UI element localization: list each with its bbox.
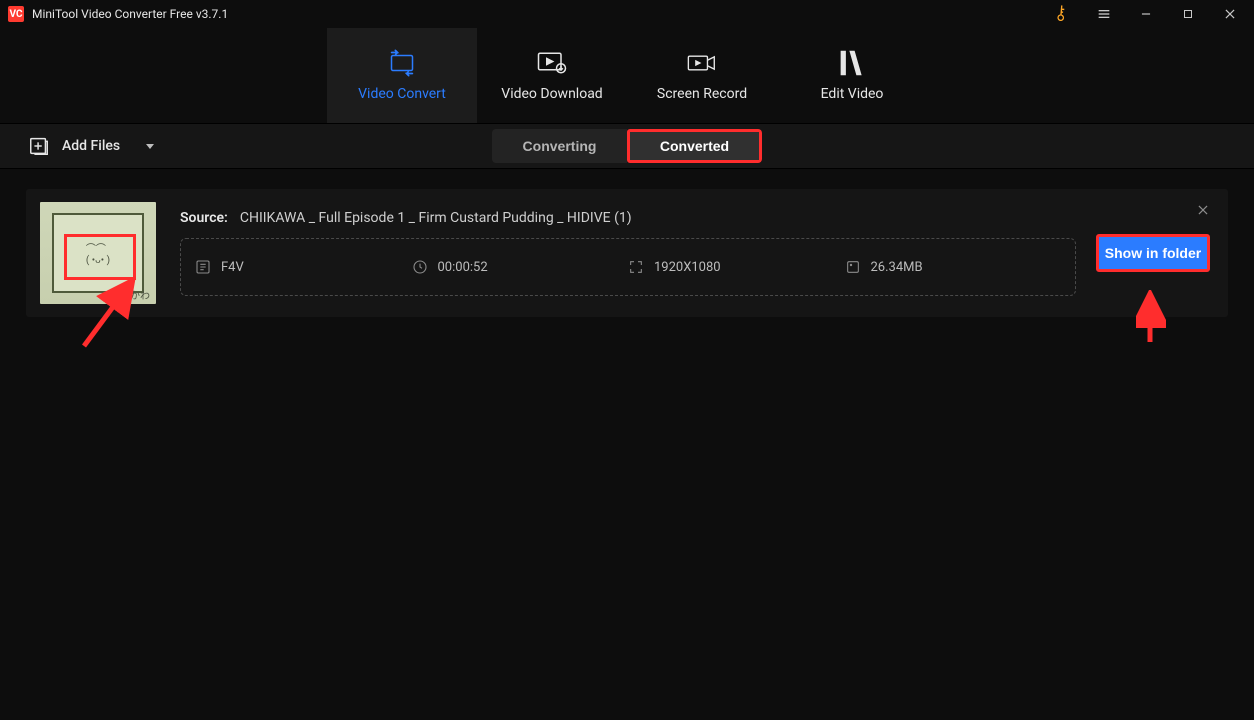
download-icon xyxy=(537,50,567,76)
window-controls xyxy=(1042,0,1250,28)
nav-video-convert[interactable]: Video Convert xyxy=(327,28,477,123)
remove-file-icon[interactable] xyxy=(1196,203,1210,217)
nav-edit-video[interactable]: Edit Video xyxy=(777,28,927,123)
meta-duration: 00:00:52 xyxy=(412,259,629,275)
close-icon[interactable] xyxy=(1210,0,1250,28)
premium-key-icon[interactable] xyxy=(1042,0,1082,28)
tab-converted[interactable]: Converted xyxy=(627,129,762,163)
titlebar: VC MiniTool Video Converter Free v3.7.1 xyxy=(0,0,1254,28)
meta-size-value: 26.34MB xyxy=(871,260,923,275)
meta-format-value: F4V xyxy=(221,260,244,275)
convert-icon xyxy=(387,50,417,76)
record-icon xyxy=(687,50,717,76)
nav-video-download[interactable]: Video Download xyxy=(477,28,627,123)
nav-label: Screen Record xyxy=(657,86,747,102)
source-label: Source: xyxy=(180,210,228,226)
meta-resolution: 1920X1080 xyxy=(628,259,845,275)
minimize-icon[interactable] xyxy=(1126,0,1166,28)
show-in-folder-button[interactable]: Show in folder xyxy=(1096,234,1210,272)
add-files-label: Add Files xyxy=(62,138,120,154)
add-files-button[interactable]: Add Files xyxy=(28,135,156,157)
file-meta: Source: CHIIKAWA _ Full Episode 1 _ Firm… xyxy=(180,189,1076,317)
converted-file-row: ⌒⌒( •ᴗ• ) ちいかわ Source: CHIIKAWA _ Full E… xyxy=(26,189,1228,317)
file-thumbnail[interactable]: ⌒⌒( •ᴗ• ) ちいかわ xyxy=(40,202,156,304)
add-files-icon xyxy=(28,135,50,157)
expand-icon xyxy=(628,259,644,275)
meta-size: 26.34MB xyxy=(845,259,1062,275)
meta-format: F4V xyxy=(195,259,412,275)
nav-screen-record[interactable]: Screen Record xyxy=(627,28,777,123)
app-title: MiniTool Video Converter Free v3.7.1 xyxy=(32,7,228,21)
secondary-toolbar: Add Files Converting Converted xyxy=(0,123,1254,169)
nav-label: Video Download xyxy=(501,86,602,102)
storage-icon xyxy=(845,259,861,275)
main-nav: Video Convert Video Download Screen Reco… xyxy=(0,28,1254,123)
clock-icon xyxy=(412,259,428,275)
file-properties-box: F4V 00:00:52 xyxy=(180,238,1076,296)
nav-label: Video Convert xyxy=(358,86,446,102)
format-icon xyxy=(195,259,211,275)
tab-converting[interactable]: Converting xyxy=(492,129,627,163)
content-area: ⌒⌒( •ᴗ• ) ちいかわ Source: CHIIKAWA _ Full E… xyxy=(0,169,1254,337)
menu-icon[interactable] xyxy=(1084,0,1124,28)
source-filename: CHIIKAWA _ Full Episode 1 _ Firm Custard… xyxy=(240,210,632,226)
maximize-icon[interactable] xyxy=(1168,0,1208,28)
chevron-down-icon[interactable] xyxy=(132,140,156,152)
edit-icon xyxy=(837,50,867,76)
status-segmented-control: Converting Converted xyxy=(492,129,762,163)
app-logo: VC xyxy=(8,6,24,22)
meta-resolution-value: 1920X1080 xyxy=(654,260,721,275)
nav-label: Edit Video xyxy=(821,86,884,102)
thumb-caption: ちいかわ xyxy=(110,287,150,302)
meta-duration-value: 00:00:52 xyxy=(438,260,488,275)
